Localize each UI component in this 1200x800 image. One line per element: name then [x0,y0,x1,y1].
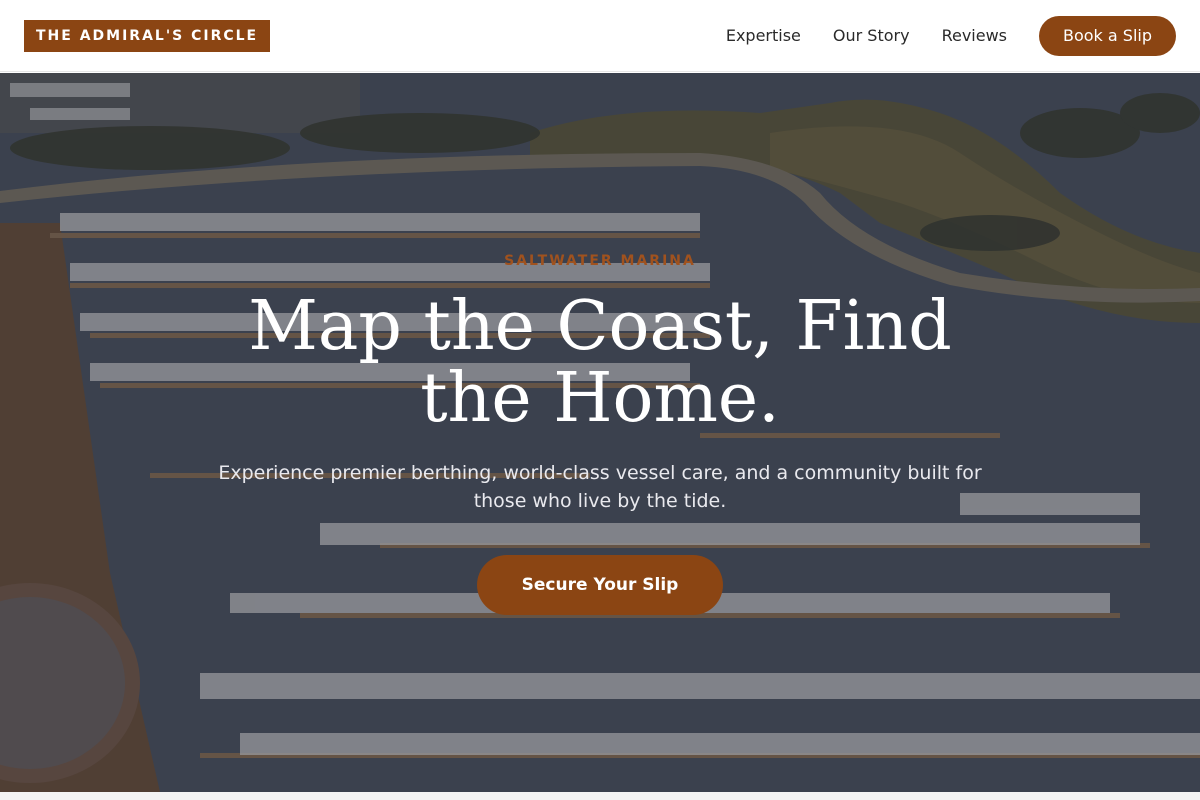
brand-logo[interactable]: THE ADMIRAL'S CIRCLE [24,19,271,52]
nav-link-our-story[interactable]: Our Story [833,26,910,45]
page-bottom-strip [0,792,1200,800]
nav-link-expertise[interactable]: Expertise [726,26,801,45]
hero-section: SALTWATER MARINA Map the Coast, Find the… [0,73,1200,792]
hero-title: Map the Coast, Find the Home. [248,287,952,438]
main-nav: Expertise Our Story Reviews Book a Slip [726,15,1176,56]
hero-subtitle: Experience premier berthing, world-class… [218,462,982,512]
book-slip-button[interactable]: Book a Slip [1039,15,1176,56]
site-header: THE ADMIRAL'S CIRCLE Expertise Our Story… [0,0,1200,72]
secure-slip-button[interactable]: Secure Your Slip [477,555,723,615]
nav-link-reviews[interactable]: Reviews [942,26,1007,45]
hero-content: SALTWATER MARINA Map the Coast, Find the… [0,73,1200,792]
hero-eyebrow: SALTWATER MARINA [504,253,696,269]
